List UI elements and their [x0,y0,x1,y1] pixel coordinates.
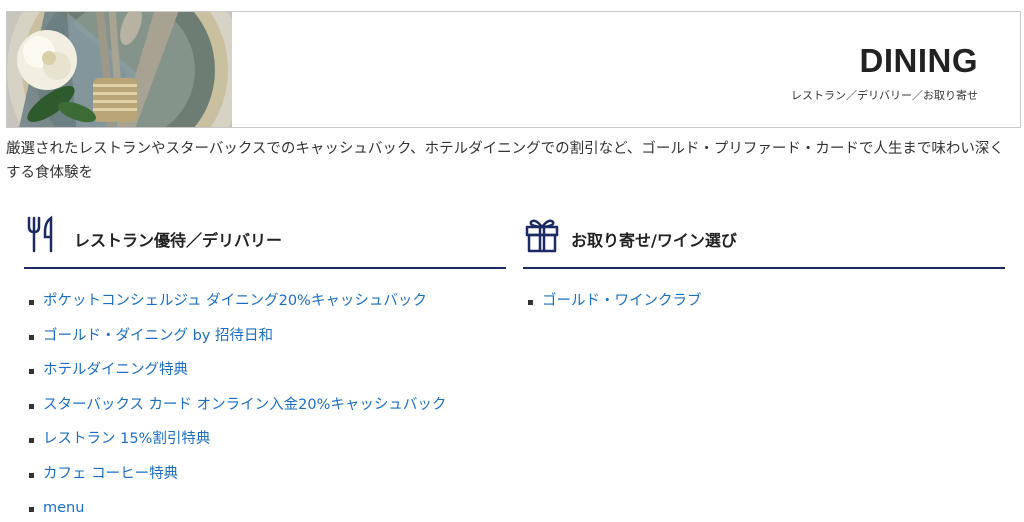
tableware-photo-illustration [7,12,232,127]
list-item: スターバックス カード オンライン入金20%キャッシュバック [24,393,506,428]
link-gold-wine-club[interactable]: ゴールド・ワインクラブ [542,293,702,309]
benefit-link-list: ゴールド・ワインクラブ [523,289,1005,324]
list-item: ゴールド・ワインクラブ [523,289,1005,324]
section-restaurant-delivery: レストラン優待／デリバリー ポケットコンシェルジュ ダイニング20%キャッシュバ… [24,210,506,522]
intro-text: 厳選されたレストランやスターバックスでのキャッシュバック、ホテルダイニングでの割… [6,141,1004,181]
link-menu[interactable]: menu [43,500,84,516]
bullet [29,334,34,340]
bullet [29,300,34,305]
page-title: DINING [859,42,978,79]
bullet [29,472,34,478]
section-title: レストラン優待／デリバリー [74,231,283,250]
list-item: ゴールド・ダイニング by 招待日和 [24,324,506,359]
benefit-link-list: ポケットコンシェルジュ ダイニング20%キャッシュバック ゴールド・ダイニング … [24,289,506,522]
bullet [29,438,34,443]
link-pocket-concierge-cashback[interactable]: ポケットコンシェルジュ ダイニング20%キャッシュバック [43,293,427,309]
fork-knife-icon [24,214,60,258]
list-item: ポケットコンシェルジュ ダイニング20%キャッシュバック [24,289,506,324]
link-hotel-dining[interactable]: ホテルダイニング特典 [43,362,188,378]
gift-icon [523,214,561,258]
list-item: ホテルダイニング特典 [24,358,506,393]
hero-image-tableware [7,12,232,127]
section-heading: お取り寄せ/ワイン選び [523,210,1005,269]
link-starbucks-card-cashback[interactable]: スターバックス カード オンライン入金20%キャッシュバック [43,397,446,413]
list-item: カフェ コーヒー特典 [24,462,506,497]
list-item: menu [24,496,506,522]
bullet [528,300,533,305]
section-heading: レストラン優待／デリバリー [24,210,506,269]
section-order-wine: お取り寄せ/ワイン選び ゴールド・ワインクラブ [523,210,1005,324]
section-title: お取り寄せ/ワイン選び [571,231,737,250]
bullet [29,507,34,512]
dining-hero-banner: DINING レストラン／デリバリー／お取り寄せ [6,11,1021,128]
link-gold-dining[interactable]: ゴールド・ダイニング by 招待日和 [43,328,273,344]
link-cafe-coffee[interactable]: カフェ コーヒー特典 [43,466,178,482]
bullet [29,403,34,409]
page-subtitle: レストラン／デリバリー／お取り寄せ [791,89,978,102]
link-restaurant-discount[interactable]: レストラン 15%割引特典 [43,431,210,447]
bullet [29,369,34,374]
list-item: レストラン 15%割引特典 [24,427,506,462]
